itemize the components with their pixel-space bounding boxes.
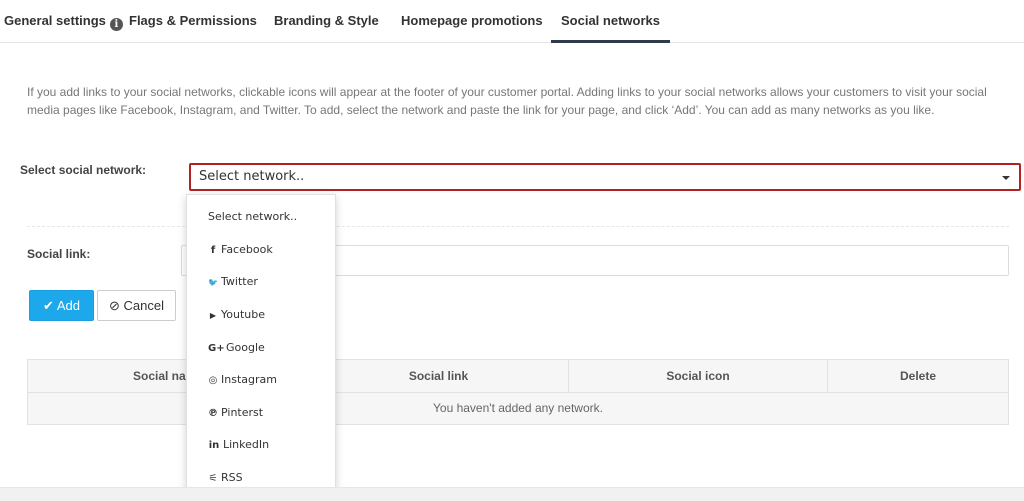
tab-label: Homepage promotions	[401, 13, 543, 28]
tab-label: Branding & Style	[274, 13, 379, 28]
tab-general-settings[interactable]: General settings i	[4, 0, 123, 43]
google-plus-icon: G+	[208, 343, 225, 354]
option-label: Youtube	[221, 308, 265, 321]
column-header: Social link	[309, 360, 569, 393]
dropdown-option-google[interactable]: G+Google	[187, 332, 335, 364]
cancel-button-label: Cancel	[123, 298, 164, 313]
facebook-icon: f	[210, 245, 216, 256]
cancel-button[interactable]: ⊘ Cancel	[97, 290, 176, 321]
dropdown-option-instagram[interactable]: ◎ Instagram	[187, 364, 335, 396]
intro-text: If you add links to your social networks…	[27, 85, 987, 117]
option-label: RSS	[221, 471, 243, 484]
info-icon[interactable]: i	[109, 18, 123, 31]
caret-down-icon	[1002, 176, 1010, 180]
settings-tabs: General settings i Flags & Permissions Br…	[0, 0, 1024, 43]
add-button-label: Add	[56, 298, 80, 313]
dropdown-option-linkedin[interactable]: in LinkedIn	[187, 429, 335, 461]
tab-flags-permissions[interactable]: Flags & Permissions	[129, 0, 257, 43]
add-button[interactable]: ✔ Add	[29, 290, 94, 321]
network-label: Select social network:	[20, 163, 147, 177]
tab-social-networks[interactable]: Social networks	[551, 0, 670, 43]
option-label: Pinterst	[221, 406, 264, 419]
tab-homepage-promotions[interactable]: Homepage promotions	[401, 0, 543, 43]
network-select[interactable]: Select network..	[189, 163, 1021, 191]
instagram-icon: ◎	[208, 375, 218, 386]
tab-label: General settings	[4, 13, 106, 28]
network-select-value: Select network..	[199, 169, 305, 184]
option-label: Select network..	[208, 210, 298, 223]
tab-branding-style[interactable]: Branding & Style	[274, 0, 379, 43]
option-label: Google	[226, 341, 265, 354]
social-networks-table: Social name Social link Social icon Dele…	[27, 359, 1009, 425]
dropdown-option-facebook[interactable]: f Facebook	[187, 234, 335, 266]
linkedin-icon: in	[208, 440, 220, 451]
pinterest-icon: ℗	[208, 408, 218, 419]
dropdown-option-placeholder[interactable]: Select network..	[187, 201, 335, 233]
table-header-row: Social name Social link Social icon Dele…	[28, 360, 1008, 393]
option-label: Twitter	[221, 275, 258, 288]
option-label: Facebook	[221, 243, 273, 256]
tab-label: Social networks	[561, 13, 660, 28]
dropdown-option-pinterest[interactable]: ℗ Pinterst	[187, 397, 335, 429]
option-label: Instagram	[221, 373, 277, 386]
dropdown-option-twitter[interactable]: 🐦 Twitter	[187, 266, 335, 298]
check-icon: ✔	[43, 298, 54, 313]
cancel-icon: ⊘	[109, 298, 120, 313]
twitter-icon: 🐦	[208, 278, 218, 287]
page-footer-bar	[0, 487, 1024, 501]
tab-label: Flags & Permissions	[129, 13, 257, 28]
column-header: Social icon	[569, 360, 828, 393]
option-label: LinkedIn	[223, 438, 270, 451]
network-dropdown-list: Select network.. f Facebook 🐦 Twitter ▶ You…	[186, 194, 336, 501]
empty-table-message: You haven't added any network.	[28, 393, 1008, 424]
social-link-label: Social link:	[27, 247, 91, 261]
youtube-icon: ▶	[209, 311, 217, 320]
column-header: Delete	[899, 369, 937, 383]
dropdown-option-youtube[interactable]: ▶ Youtube	[187, 299, 335, 331]
divider	[27, 226, 1009, 227]
